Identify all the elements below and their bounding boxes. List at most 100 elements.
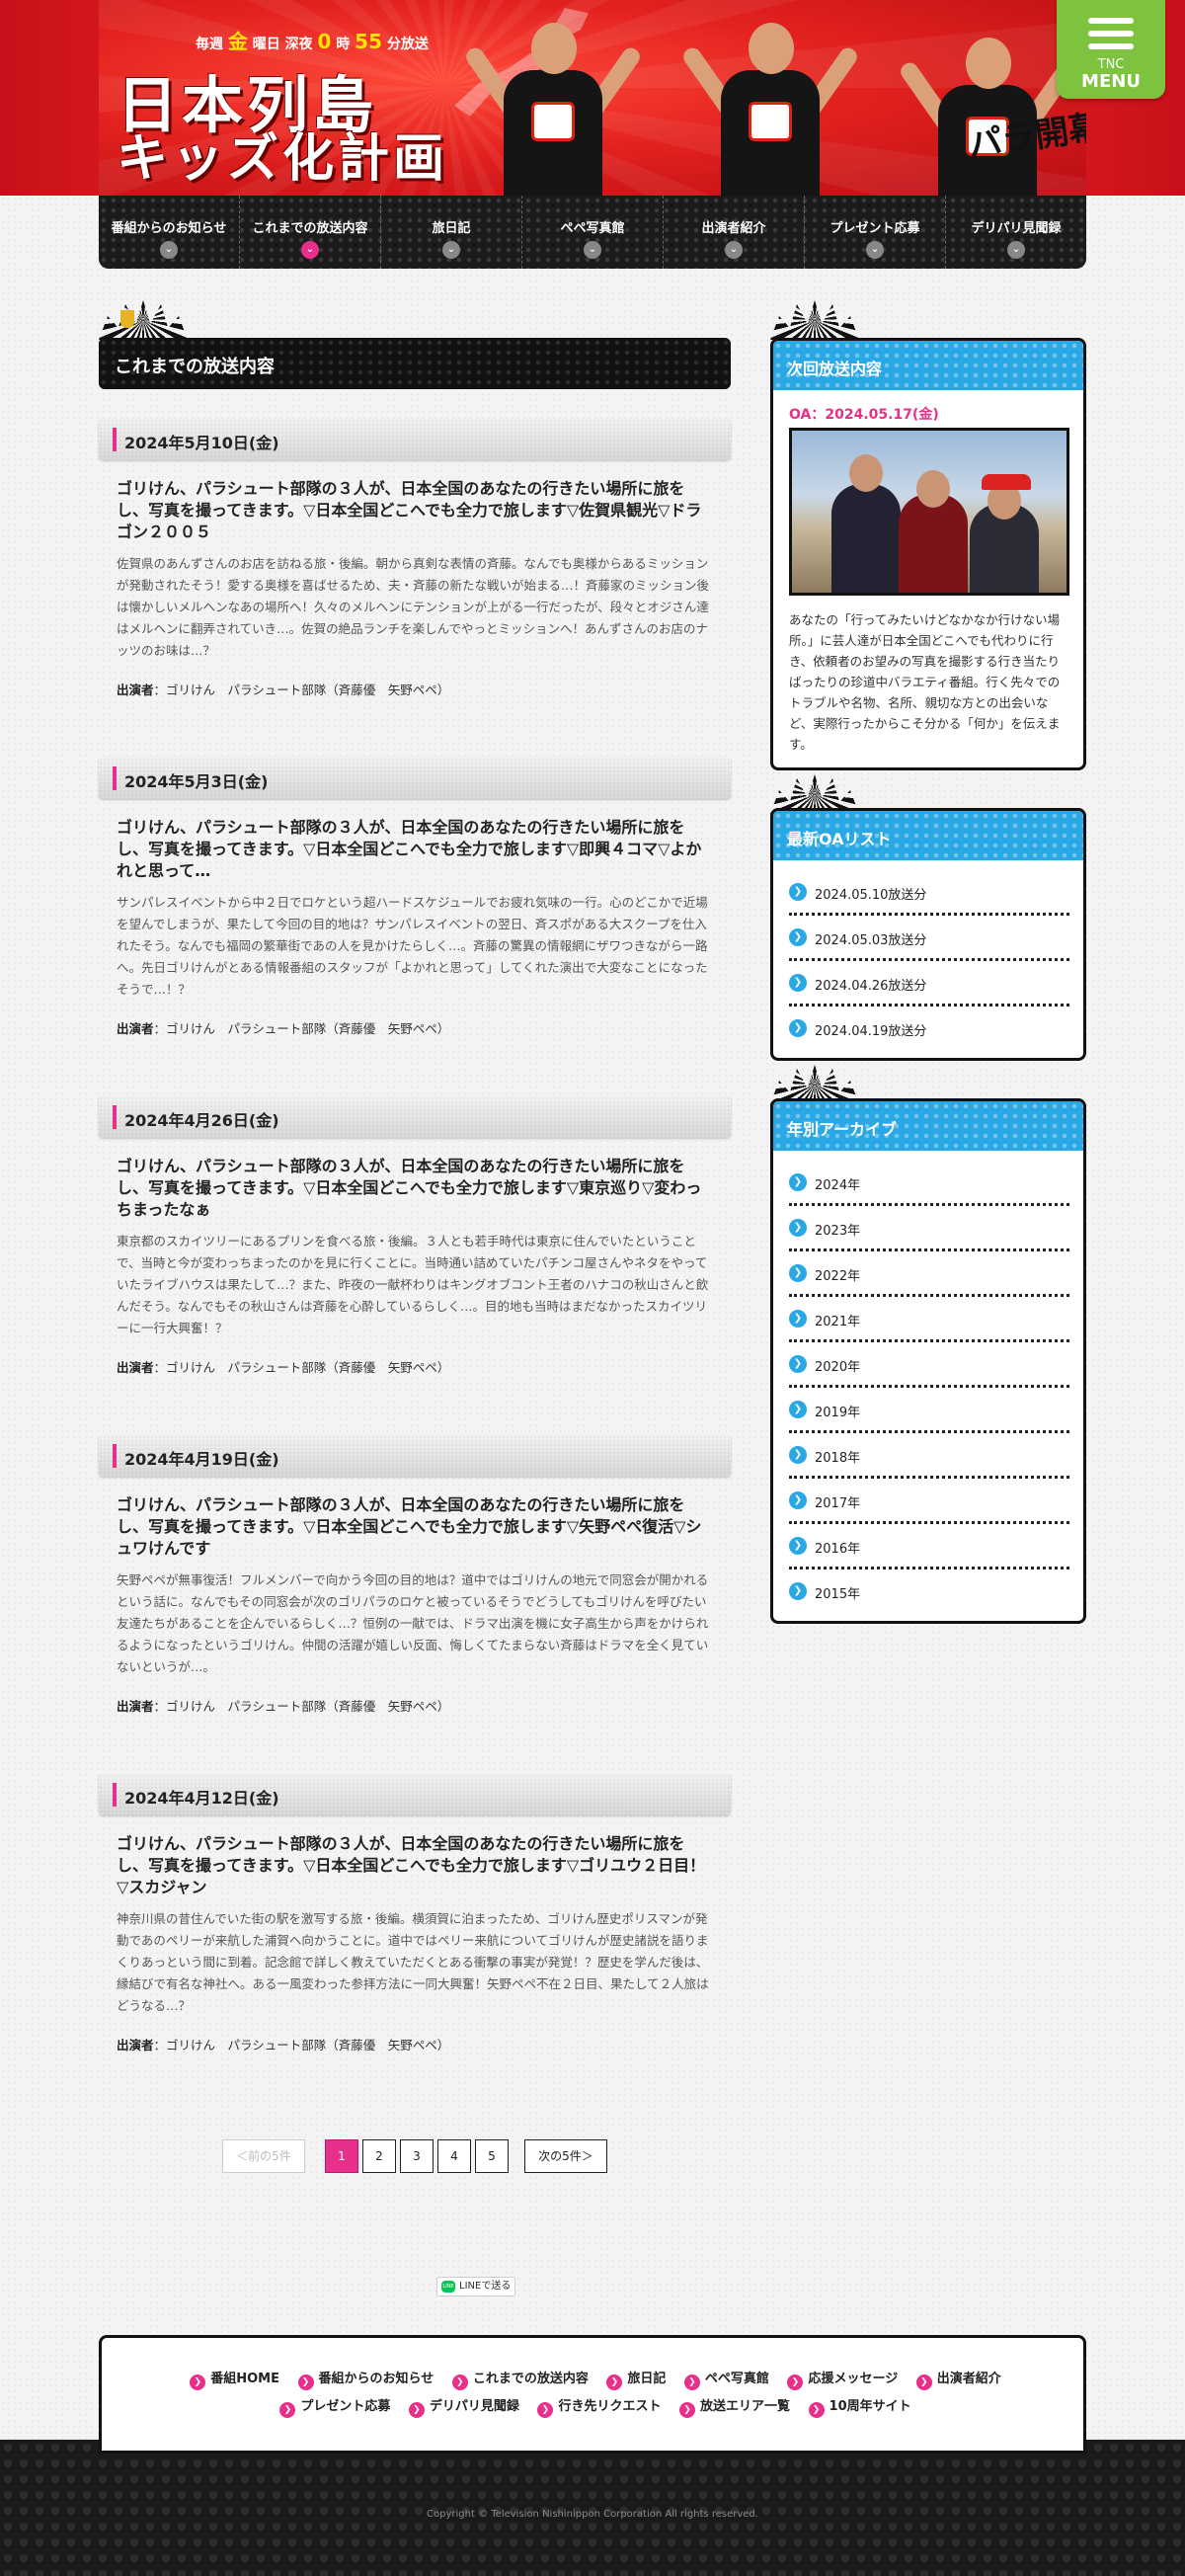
- episode-date: 2024年4月12日(金): [99, 1774, 731, 1815]
- cast-label: 出演者: [117, 2038, 154, 2053]
- nav-item-delivery[interactable]: デリパリ見聞録 ⌄: [946, 196, 1086, 269]
- episode-title[interactable]: ゴリけん、パラシュート部隊の３人が、日本全国のあなたの行きたい場所に旅をし、写真…: [117, 1833, 709, 1898]
- arrow-right-icon: ❯: [808, 2402, 825, 2418]
- archive-year-item[interactable]: ❯ 2017年: [789, 1479, 1069, 1524]
- episode-date: 2024年4月19日(金): [99, 1435, 731, 1477]
- footer-link-photos[interactable]: ❯ ペペ写真館: [683, 2368, 769, 2390]
- episode-cast: 出演者：ゴリけん パラシュート部隊（斉藤優 矢野ペペ）: [117, 680, 709, 698]
- episode-title[interactable]: ゴリけん、パラシュート部隊の３人が、日本全国のあなたの行きたい場所に旅をし、写真…: [117, 478, 709, 543]
- chevron-down-icon: ⌄: [160, 241, 178, 259]
- arrow-right-icon: ❯: [789, 1019, 807, 1037]
- menu-button[interactable]: TNC MENU: [1057, 0, 1165, 99]
- next-oa-photo[interactable]: [789, 428, 1069, 596]
- page-button-1[interactable]: 1: [325, 2139, 358, 2173]
- airtime-text: 毎週 金 曜日 深夜 0 時 55 分放送: [196, 26, 429, 54]
- latest-oa-title: 最新OAリスト: [773, 811, 1083, 860]
- airtime-min: 55: [355, 30, 383, 53]
- archive-year-item[interactable]: ❯ 2019年: [789, 1388, 1069, 1433]
- episode-title[interactable]: ゴリけん、パラシュート部隊の３人が、日本全国のあなたの行きたい場所に旅をし、写真…: [117, 1156, 709, 1221]
- archive-year-item[interactable]: ❯ 2015年: [789, 1570, 1069, 1615]
- arrow-right-icon: ❯: [789, 1264, 807, 1282]
- global-nav: 番組からのお知らせ ⌄ これまでの放送内容 ⌄ 旅日記 ⌄ ペペ写真館 ⌄ 出演者紹介 ⌄…: [99, 196, 1086, 269]
- arrow-right-icon: ❯: [190, 2375, 206, 2390]
- line-share-button[interactable]: LINE LINEで送る: [436, 2277, 515, 2296]
- trophy-icon: [120, 310, 134, 328]
- footer-link-10th[interactable]: ❯ 10周年サイト: [808, 2395, 911, 2418]
- next-oa-text: あなたの「行ってみたいけどなかなか行けない場所。」に芸人達が日本全国どこへでも代…: [789, 612, 1061, 752]
- site-header: 毎週 金 曜日 深夜 0 時 55 分放送 日本列島 キッズ化計画 パラ開幕 T…: [0, 0, 1185, 196]
- archive-box: 年別アーカイブ ❯ 2024年 ❯ 2023年 ❯ 2022年 ❯ 2021年 ❯ 202…: [770, 1098, 1086, 1624]
- archive-year-item[interactable]: ❯ 2022年: [789, 1251, 1069, 1297]
- page-button-5[interactable]: 5: [475, 2139, 509, 2173]
- line-icon: LINE: [441, 2281, 455, 2293]
- airtime-day: 金: [227, 30, 248, 53]
- line-share-label: LINEで送る: [459, 2281, 512, 2292]
- nav-item-photos[interactable]: ペペ写真館 ⌄: [522, 196, 664, 269]
- nav-item-news[interactable]: 番組からのお知らせ ⌄: [99, 196, 240, 269]
- footer-link-news[interactable]: ❯ 番組からのお知らせ: [297, 2368, 434, 2390]
- menu-icon: [1088, 18, 1134, 49]
- footer-link-archive[interactable]: ❯ これまでの放送内容: [451, 2368, 589, 2390]
- page-button-3[interactable]: 3: [400, 2139, 434, 2173]
- airtime-prefix: 毎週: [196, 37, 223, 52]
- archive-year-item[interactable]: ❯ 2016年: [789, 1524, 1069, 1570]
- page-button-4[interactable]: 4: [437, 2139, 471, 2173]
- arrow-right-icon: ❯: [683, 2375, 700, 2390]
- cast-label: 出演者: [117, 1699, 154, 1714]
- archive-year-item[interactable]: ❯ 2023年: [789, 1206, 1069, 1251]
- nav-item-present[interactable]: プレゼント応募 ⌄: [805, 196, 946, 269]
- nav-label: 出演者紹介: [701, 221, 766, 236]
- latest-oa-item[interactable]: ❯ 2024.05.10放送分: [789, 870, 1069, 916]
- footer-link-request[interactable]: ❯ 行き先リクエスト: [537, 2395, 661, 2418]
- episode-date: 2024年5月10日(金): [99, 419, 731, 460]
- airtime-late: 深夜: [284, 37, 313, 52]
- latest-oa-item[interactable]: ❯ 2024.05.03放送分: [789, 916, 1069, 961]
- arrow-right-icon: ❯: [606, 2375, 623, 2390]
- footer-link-cast[interactable]: ❯ 出演者紹介: [915, 2368, 1001, 2390]
- nav-item-diary[interactable]: 旅日記 ⌄: [381, 196, 522, 269]
- nav-item-cast[interactable]: 出演者紹介 ⌄: [664, 196, 805, 269]
- nav-item-archive[interactable]: これまでの放送内容 ⌄: [240, 196, 381, 269]
- episode-date: 2024年5月3日(金): [99, 758, 731, 799]
- cast-value: ：ゴリけん パラシュート部隊（斉藤優 矢野ペペ）: [153, 1699, 450, 1714]
- prev-page-button: ＜前の5件: [222, 2139, 305, 2173]
- footer-link-messages[interactable]: ❯ 応援メッセージ: [787, 2368, 898, 2390]
- archive-year-item[interactable]: ❯ 2021年: [789, 1297, 1069, 1342]
- cast-value: ：ゴリけん パラシュート部隊（斉藤優 矢野ペペ）: [153, 2038, 450, 2053]
- red-hat: [982, 474, 1031, 490]
- episode-date: 2024年4月26日(金): [99, 1096, 731, 1138]
- chevron-down-icon: ⌄: [866, 241, 884, 259]
- episode-title[interactable]: ゴリけん、パラシュート部隊の３人が、日本全国のあなたの行きたい場所に旅をし、写真…: [117, 817, 709, 882]
- airtime-day-suffix: 曜日: [252, 37, 280, 52]
- latest-oa-item[interactable]: ❯ 2024.04.19放送分: [789, 1006, 1069, 1052]
- next-page-button[interactable]: 次の5件＞: [524, 2139, 607, 2173]
- arrow-right-icon: ❯: [789, 1355, 807, 1373]
- chevron-down-icon: ⌄: [442, 241, 460, 259]
- footer-link-home[interactable]: ❯ 番組HOME: [190, 2368, 279, 2390]
- latest-oa-item[interactable]: ❯ 2024.04.26放送分: [789, 961, 1069, 1006]
- archive-year-item[interactable]: ❯ 2020年: [789, 1342, 1069, 1388]
- episode-description: 矢野ペペが無事復活！フルメンバーで向かう今回の目的地は？道中ではゴリけんの地元で…: [117, 1572, 709, 1674]
- archive-title: 年別アーカイブ: [773, 1101, 1083, 1151]
- cast-photo-1: [462, 23, 644, 196]
- page-button-2[interactable]: 2: [362, 2139, 396, 2173]
- next-oa-box: 次回放送内容 OA：2024.05.17(金) あなたの「行ってみたいけどなかな…: [770, 338, 1086, 770]
- footer-link-delivery[interactable]: ❯ デリパリ見聞録: [408, 2395, 519, 2418]
- episode-cast: 出演者：ゴリけん パラシュート部隊（斉藤優 矢野ペペ）: [117, 1696, 709, 1715]
- archive-year-item[interactable]: ❯ 2024年: [789, 1161, 1069, 1206]
- episode-cast: 出演者：ゴリけん パラシュート部隊（斉藤優 矢野ペペ）: [117, 1357, 709, 1376]
- arrow-right-icon: ❯: [408, 2402, 425, 2418]
- episode-title[interactable]: ゴリけん、パラシュート部隊の３人が、日本全国のあなたの行きたい場所に旅をし、写真…: [117, 1494, 709, 1560]
- cast-value: ：ゴリけん パラシュート部隊（斉藤優 矢野ペペ）: [153, 683, 450, 697]
- arrow-right-icon: ❯: [789, 1310, 807, 1328]
- logo-line-2[interactable]: キッズ化計画: [117, 117, 448, 191]
- page-title: これまでの放送内容: [99, 338, 731, 389]
- arrow-right-icon: ❯: [789, 1537, 807, 1555]
- footer-link-area[interactable]: ❯ 放送エリア一覧: [679, 2395, 790, 2418]
- arrow-right-icon: ❯: [789, 974, 807, 992]
- arrow-right-icon: ❯: [789, 1446, 807, 1464]
- archive-year-item[interactable]: ❯ 2018年: [789, 1433, 1069, 1479]
- footer-link-present[interactable]: ❯ プレゼント応募: [279, 2395, 390, 2418]
- next-oa-date: OA：2024.05.17(金): [789, 407, 939, 423]
- footer-link-diary[interactable]: ❯ 旅日記: [606, 2368, 666, 2390]
